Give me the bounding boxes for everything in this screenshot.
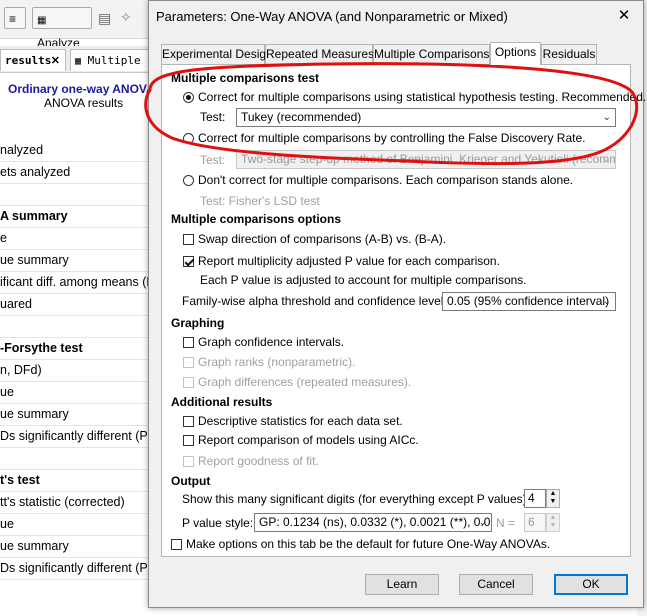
analyze-button[interactable]: ▦ Analyze (32, 7, 92, 50)
table-row: e (0, 228, 160, 250)
table-row (0, 184, 160, 206)
chevron-down-icon: ⌄ (478, 517, 487, 528)
table-row: Ds significantly different (P (0, 426, 160, 448)
graph-differences-checkbox[interactable] (183, 377, 194, 388)
digits-label: Show this many significant digits (for e… (182, 492, 530, 506)
digits-input[interactable]: 4 (524, 489, 546, 508)
make-default-label: Make options on this tab be the default … (186, 537, 551, 551)
graph-differences-label: Graph differences (repeated measures). (198, 375, 412, 389)
table-row: -Forsythe test (0, 338, 160, 360)
fdr-test-select[interactable]: Two-stage step-up method of Benjamini, K… (236, 150, 616, 169)
results-subtitle: ANOVA results (44, 96, 124, 110)
radio-hypothesis-testing[interactable] (183, 92, 194, 103)
test-label-disabled: Test: (200, 153, 226, 167)
cancel-button[interactable]: Cancel (459, 574, 533, 595)
analyze-icon: ▦ (37, 15, 47, 26)
table-row: ificant diff. among means (P (0, 272, 160, 294)
magic-wand-icon[interactable]: ✧ (120, 9, 132, 26)
alpha-select[interactable]: 0.05 (95% confidence interval) ⌄ (442, 292, 616, 311)
n-label: N = (496, 516, 516, 530)
graph-ci-label: Graph confidence intervals. (198, 335, 345, 349)
report-adjusted-p-label: Report multiplicity adjusted P value for… (198, 254, 500, 268)
report-adjusted-p-note: Each P value is adjusted to account for … (200, 273, 527, 287)
aicc-label: Report comparison of models using AICc. (198, 433, 419, 447)
toolbar-icon[interactable]: ▤ (98, 10, 111, 27)
section-heading-output: Output (171, 474, 211, 488)
table-row: ue summary (0, 536, 160, 558)
tab-options[interactable]: Options (490, 42, 541, 65)
annotation-mark (361, 159, 421, 160)
table-row: ue (0, 382, 160, 404)
table-row: t's test (0, 470, 160, 492)
swap-direction-label: Swap direction of comparisons (A-B) vs. … (198, 232, 447, 246)
parameters-dialog: Parameters: One-Way ANOVA (and Nonparame… (148, 0, 646, 608)
table-row: n, DFd) (0, 360, 160, 382)
dialog-title: Parameters: One-Way ANOVA (and Nonparame… (156, 9, 508, 24)
report-adjusted-p-checkbox[interactable] (183, 256, 194, 267)
close-icon[interactable]: ✕ (51, 50, 60, 71)
results-title: Ordinary one-way ANOVA (8, 82, 155, 96)
section-heading-additional-results: Additional results (171, 395, 273, 409)
table-row: ue summary (0, 250, 160, 272)
radio-label-false-discovery-rate: Correct for multiple comparisons by cont… (198, 131, 586, 145)
goodness-of-fit-label: Report goodness of fit. (198, 454, 319, 468)
table-row (0, 316, 160, 338)
graph-ranks-label: Graph ranks (nonparametric). (198, 355, 356, 369)
table-icon: ▦ (75, 56, 82, 67)
section-heading-graphing: Graphing (171, 316, 225, 330)
make-default-checkbox[interactable] (171, 539, 182, 550)
section-heading-mc-test: Multiple comparisons test (171, 71, 320, 85)
results-header: Ordinary one-way ANOVA ANOVA results (0, 80, 160, 110)
graph-ranks-checkbox[interactable] (183, 357, 194, 368)
n-stepper[interactable]: ▲ ▼ (546, 513, 560, 532)
radio-label-no-correction: Don't correct for multiple comparisons. … (198, 173, 574, 187)
section-heading-mc-options: Multiple comparisons options (171, 212, 342, 226)
chevron-down-icon: ⌄ (602, 154, 611, 165)
tab-results[interactable]: results ✕ (0, 49, 66, 71)
background-toolbar: ≡ ▦ Analyze ▤ ✧ (0, 0, 160, 50)
goodness-of-fit-checkbox[interactable] (183, 456, 194, 467)
alpha-label: Family-wise alpha threshold and confiden… (182, 294, 447, 308)
n-input[interactable]: 6 (524, 513, 546, 532)
table-row (0, 448, 160, 470)
table-row: uared (0, 294, 160, 316)
tab-experimental-design[interactable]: Experimental Design (161, 44, 273, 64)
learn-button[interactable]: Learn (365, 574, 439, 595)
graph-ci-checkbox[interactable] (183, 337, 194, 348)
swap-direction-checkbox[interactable] (183, 234, 194, 245)
options-tab-panel: Multiple comparisons test Correct for mu… (161, 64, 646, 557)
test-label: Test: (200, 110, 226, 124)
table-row: A summary (0, 206, 160, 228)
fisher-lsd-label: Test: Fisher's LSD test (200, 194, 320, 208)
chevron-down-icon: ⌄ (602, 112, 611, 123)
table-row: ue summary (0, 404, 160, 426)
toolbar-icon-button[interactable]: ≡ (4, 7, 26, 29)
digits-stepper[interactable]: ▲ ▼ (546, 489, 560, 508)
tab-multiple-comparisons[interactable]: ▦ Multiple c (70, 49, 160, 71)
table-row: ets analyzed (0, 162, 160, 184)
test-select[interactable]: Tukey (recommended) ⌄ (236, 108, 616, 127)
table-row: Ds significantly different (P (0, 558, 160, 580)
close-icon[interactable]: ✕ (611, 4, 637, 28)
chevron-down-icon: ⌄ (602, 296, 611, 307)
tab-residuals[interactable]: Residuals (541, 44, 597, 64)
descriptive-stats-label: Descriptive statistics for each data set… (198, 414, 403, 428)
radio-false-discovery-rate[interactable] (183, 133, 194, 144)
radio-no-correction[interactable] (183, 175, 194, 186)
tab-multiple-comparisons[interactable]: Multiple Comparisons (373, 44, 490, 64)
table-row: ue (0, 514, 160, 536)
ok-button[interactable]: OK (554, 574, 628, 595)
p-value-style-label: P value style: (182, 516, 254, 530)
p-value-style-select[interactable]: GP: 0.1234 (ns), 0.0332 (*), 0.0021 (**)… (254, 513, 492, 532)
table-row: nalyzed (0, 140, 160, 162)
radio-label-hypothesis-testing: Correct for multiple comparisons using s… (198, 90, 647, 104)
table-row: tt's statistic (corrected) (0, 492, 160, 514)
background-tab-strip: results ✕ ▦ Multiple c (0, 46, 160, 73)
descriptive-stats-checkbox[interactable] (183, 416, 194, 427)
aicc-checkbox[interactable] (183, 435, 194, 446)
tab-repeated-measures[interactable]: Repeated Measures (265, 44, 374, 64)
